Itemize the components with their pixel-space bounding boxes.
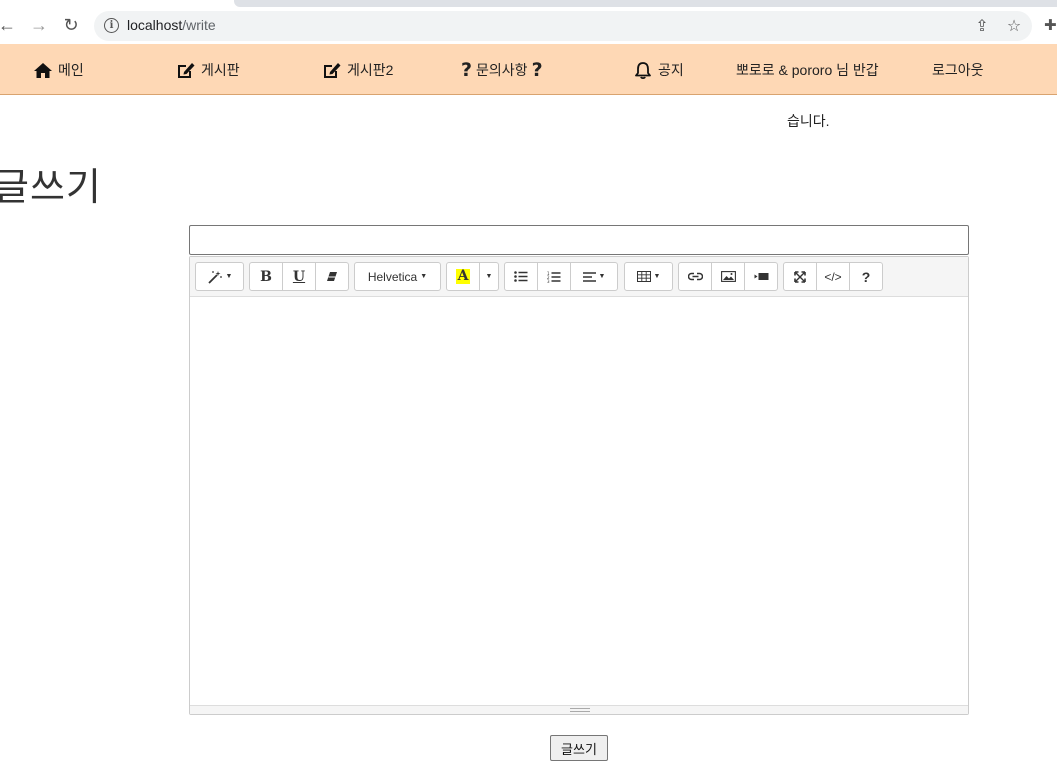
view-group: </> ?: [783, 262, 883, 291]
color-group: A ▼: [446, 262, 499, 291]
code-view-button[interactable]: </>: [816, 262, 850, 291]
text-color-icon: A: [455, 268, 471, 284]
nav-label-logout: 로그아웃: [932, 62, 984, 78]
address-bar[interactable]: i localhost/write ⇪ ☆: [94, 11, 1032, 41]
eraser-icon: [327, 272, 337, 281]
link-button[interactable]: [678, 262, 712, 291]
unordered-list-button[interactable]: [504, 262, 538, 291]
magic-wand-icon: [207, 270, 222, 284]
underline-button[interactable]: U: [282, 262, 316, 291]
bookmark-star-icon[interactable]: ☆: [1004, 16, 1024, 36]
code-icon: </>: [824, 269, 842, 284]
fullscreen-button[interactable]: [783, 262, 817, 291]
nav-item-board2[interactable]: 게시판2: [322, 60, 393, 80]
greeting-text: 뽀로로 & pororo 님 반갑: [736, 62, 879, 78]
share-icon[interactable]: ⇪: [972, 16, 992, 36]
editor-resize-bar[interactable]: [190, 705, 968, 714]
greeting-overflow-text: 습니다.: [787, 113, 830, 129]
site-info-icon[interactable]: i: [104, 18, 119, 33]
nav-item-logout[interactable]: 로그아웃: [932, 60, 984, 80]
nav-label-notice: 공지: [658, 62, 684, 78]
font-name-group: Helvetica ▼: [354, 262, 441, 291]
submit-write-button[interactable]: 글쓰기: [550, 735, 608, 761]
picture-icon: [720, 271, 736, 282]
browser-chrome: ← → ↻ i localhost/write ⇪ ☆ ✚: [0, 0, 1057, 44]
table-group: ▼: [624, 262, 673, 291]
forward-arrow-icon: →: [30, 14, 48, 35]
nav-label-board2: 게시판2: [347, 62, 394, 78]
ordered-list-button[interactable]: 123: [537, 262, 571, 291]
nav-item-board[interactable]: 게시판: [176, 60, 240, 80]
caret-icon: ▼: [225, 273, 233, 280]
video-icon: [754, 273, 768, 280]
bell-icon: [635, 61, 651, 79]
style-button[interactable]: ▼: [195, 262, 244, 291]
reload-icon: ↻: [63, 14, 79, 35]
extensions-icon[interactable]: ✚: [1044, 16, 1057, 34]
title-input[interactable]: [189, 225, 969, 255]
style-group: ▼: [195, 262, 244, 291]
edit-icon: [178, 63, 195, 78]
video-button[interactable]: [744, 262, 778, 291]
url-text[interactable]: localhost/write: [127, 17, 216, 33]
back-button[interactable]: ←: [0, 14, 18, 36]
svg-text:3: 3: [547, 279, 550, 283]
fullscreen-icon: [794, 270, 806, 283]
link-icon: [687, 272, 703, 281]
tab-strip: [234, 0, 1057, 7]
bullet-list-icon: [514, 271, 528, 282]
nav-greeting: 뽀로로 & pororo 님 반갑: [736, 60, 879, 80]
caret-icon: ▼: [653, 273, 661, 280]
navbar: 메인 게시판 게시판2 ? 문의사항 ? 공지 뽀로로 & pororo 님 반…: [0, 44, 1057, 95]
underline-icon: U: [292, 268, 306, 285]
caret-icon: ▼: [420, 273, 428, 280]
color-dropdown-button[interactable]: ▼: [479, 262, 499, 291]
url-host: localhost: [127, 17, 183, 33]
question-icon: ?: [531, 59, 543, 81]
bold-button[interactable]: B: [249, 262, 283, 291]
bold-icon: B: [260, 268, 272, 285]
question-icon: ?: [461, 59, 473, 81]
resize-grip-icon[interactable]: [570, 708, 590, 712]
font-name-dropdown[interactable]: Helvetica ▼: [354, 262, 441, 291]
numbered-list-icon: 123: [547, 271, 561, 283]
help-button[interactable]: ?: [849, 262, 883, 291]
font-style-group: B U: [249, 262, 349, 291]
url-path: /write: [182, 17, 216, 33]
forward-button[interactable]: →: [28, 14, 50, 36]
help-icon: ?: [861, 268, 871, 285]
reload-button[interactable]: ↻: [60, 14, 82, 36]
nav-item-inquiry[interactable]: ? 문의사항 ?: [457, 59, 547, 81]
picture-button[interactable]: [711, 262, 745, 291]
page-title: 글쓰기: [0, 167, 102, 209]
editor-content-area[interactable]: [190, 298, 968, 705]
align-left-icon: [582, 271, 596, 282]
rich-text-editor: ▼ B U Helvetica ▼ A ▼ 123 ▼ ▼ </> ?: [189, 256, 969, 715]
paragraph-group: 123 ▼: [504, 262, 618, 291]
text-color-button[interactable]: A: [446, 262, 480, 291]
nav-item-main[interactable]: 메인: [33, 60, 84, 80]
editor-toolbar: ▼ B U Helvetica ▼ A ▼ 123 ▼ ▼ </> ?: [190, 257, 968, 297]
home-icon: [34, 62, 52, 78]
table-dropdown[interactable]: ▼: [624, 262, 673, 291]
caret-icon: ▼: [485, 273, 493, 280]
paragraph-align-dropdown[interactable]: ▼: [570, 262, 618, 291]
edit-icon: [324, 63, 341, 78]
nav-label-main: 메인: [58, 62, 84, 78]
clear-format-button[interactable]: [315, 262, 349, 291]
nav-label-inquiry: 문의사항: [476, 62, 528, 78]
insert-group: [678, 262, 778, 291]
font-name-label: Helvetica: [367, 269, 418, 284]
caret-icon: ▼: [598, 273, 606, 280]
nav-item-notice[interactable]: 공지: [633, 60, 684, 80]
table-icon: [636, 271, 651, 282]
nav-label-board: 게시판: [201, 62, 240, 78]
back-arrow-icon: ←: [0, 14, 16, 35]
